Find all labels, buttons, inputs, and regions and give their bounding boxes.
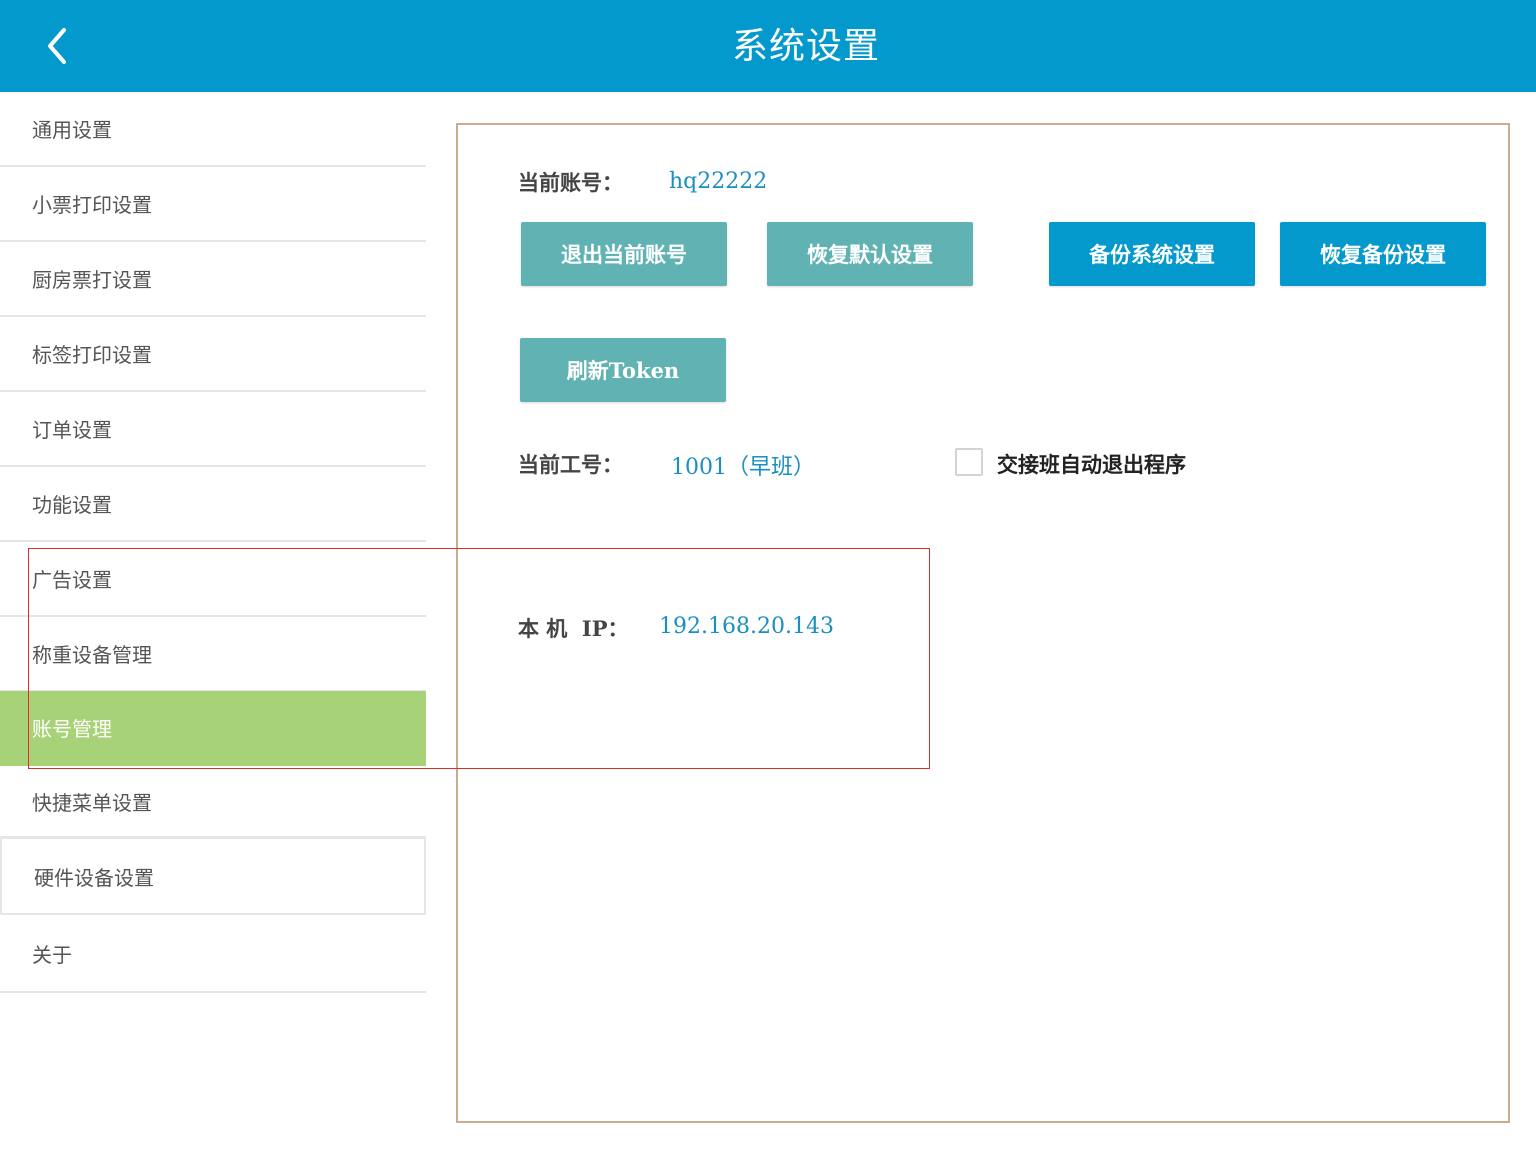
sidebar-item-about[interactable]: 关于 — [0, 915, 426, 993]
sidebar-item-function[interactable]: 功能设置 — [0, 467, 426, 542]
sidebar-item-general[interactable]: 通用设置 — [0, 92, 426, 167]
restore-default-button[interactable]: 恢复默认设置 — [767, 222, 973, 286]
sidebar-item-account[interactable]: 账号管理 — [0, 691, 426, 766]
current-account-label: 当前账号： — [518, 170, 623, 195]
auto-exit-label: 交接班自动退出程序 — [997, 452, 1186, 477]
sidebar-item-kitchen-print[interactable]: 厨房票打设置 — [0, 242, 426, 317]
sidebar-item-receipt-print[interactable]: 小票打印设置 — [0, 167, 426, 242]
title-bar: 系统设置 — [0, 0, 1536, 92]
logout-account-button[interactable]: 退出当前账号 — [521, 222, 727, 286]
sidebar-item-label-print[interactable]: 标签打印设置 — [0, 317, 426, 392]
account-panel: 当前账号： hq22222 退出当前账号 恢复默认设置 备份系统设置 恢复备份设… — [456, 123, 1510, 1123]
current-account-value: hq22222 — [669, 169, 768, 194]
sidebar-item-order[interactable]: 订单设置 — [0, 392, 426, 467]
page-title: 系统设置 — [731, 26, 880, 67]
refresh-token-button[interactable]: 刷新Token — [520, 338, 726, 402]
sidebar-item-quick-menu[interactable]: 快捷菜单设置 — [0, 766, 426, 838]
auto-exit-checkbox[interactable] — [955, 448, 983, 476]
restore-backup-button[interactable]: 恢复备份设置 — [1280, 222, 1486, 286]
current-staff-value: 1001（早班） — [671, 455, 815, 480]
backup-settings-button[interactable]: 备份系统设置 — [1049, 222, 1255, 286]
current-staff-label: 当前工号： — [518, 452, 623, 477]
sidebar-item-scale-devices[interactable]: 称重设备管理 — [0, 617, 426, 692]
sidebar-item-ads[interactable]: 广告设置 — [0, 542, 426, 617]
local-ip-label: 本 机 IP： — [518, 616, 629, 641]
sidebar-item-hardware[interactable]: 硬件设备设置 — [0, 837, 426, 915]
local-ip-value: 192.168.20.143 — [659, 614, 834, 639]
